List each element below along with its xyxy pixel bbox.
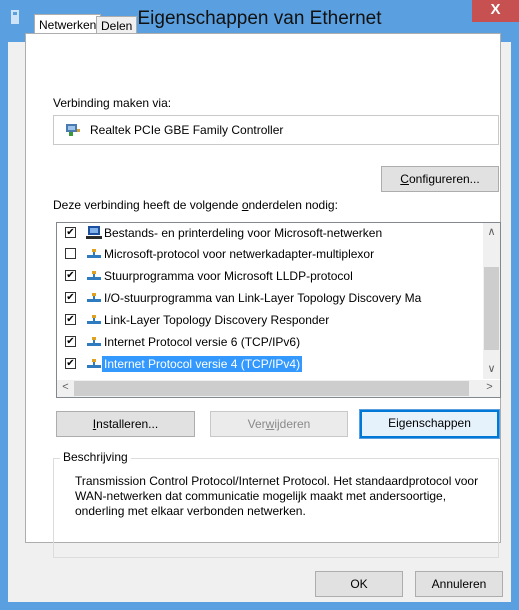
components-label-b: nderdelen nodig: (248, 198, 338, 212)
horizontal-scroll-thumb[interactable] (74, 381, 469, 396)
list-item[interactable]: ✔ Link-Layer Topology Discovery Responde… (60, 310, 480, 330)
ok-button[interactable]: OK (315, 571, 403, 597)
close-button[interactable]: X (472, 0, 519, 22)
item-checkbox[interactable]: ✔ (65, 314, 76, 325)
description-title: Beschrijving (60, 450, 131, 464)
protocol-icon (87, 315, 101, 324)
configure-button[interactable]: Configureren... (381, 166, 499, 192)
configure-button-accel: C (400, 172, 409, 186)
list-item-selected[interactable]: ✔ Internet Protocol versie 4 (TCP/IPv4) (60, 354, 480, 374)
protocol-icon (87, 249, 101, 258)
protocol-icon (87, 359, 101, 368)
components-list[interactable]: ✔ Bestands- en printerdeling voor Micros… (56, 222, 501, 398)
components-label-a: Deze verbinding heeft de volgende (53, 198, 242, 212)
vertical-scroll-thumb[interactable] (484, 267, 499, 350)
components-label-accel: o (241, 198, 249, 212)
list-item[interactable]: ✔ I/O-stuurprogramma van Link-Layer Topo… (60, 288, 480, 308)
item-label: Microsoft-protocol voor netwerkadapter-m… (104, 247, 375, 261)
properties-button-label-b: enschappen (405, 416, 471, 430)
scroll-down-icon[interactable]: ∨ (483, 362, 500, 375)
network-client-icon (86, 226, 102, 239)
item-checkbox[interactable]: ✔ (65, 227, 76, 238)
tab-delen[interactable]: Delen (96, 16, 138, 34)
install-button-label: nstalleren... (96, 417, 159, 431)
tab-netwerken-label: Netwerken (39, 18, 97, 32)
network-adapter-icon (66, 124, 80, 136)
item-checkbox[interactable] (65, 248, 76, 259)
item-label: Internet Protocol versie 6 (TCP/IPv6) (104, 335, 301, 349)
close-icon: X (490, 1, 501, 18)
item-checkbox[interactable]: ✔ (65, 292, 76, 303)
item-checkbox[interactable]: ✔ (65, 336, 76, 347)
protocol-icon (87, 293, 101, 302)
protocol-icon (87, 271, 101, 280)
properties-button[interactable]: Eigenschappen (360, 410, 499, 438)
vertical-scrollbar[interactable]: ∧ ∨ (483, 223, 500, 379)
tab-netwerken[interactable]: Netwerken (34, 14, 102, 34)
scroll-up-icon[interactable]: ∧ (483, 225, 500, 238)
install-button[interactable]: Installeren... (56, 411, 195, 437)
configure-button-label: onfigureren... (408, 172, 480, 186)
list-item[interactable]: Microsoft-protocol voor netwerkadapter-m… (60, 244, 480, 264)
description-text: Transmission Control Protocol/Internet P… (75, 474, 479, 518)
item-label: Link-Layer Topology Discovery Responder (104, 313, 330, 327)
protocol-icon (87, 337, 101, 346)
item-checkbox[interactable]: ✔ (65, 358, 76, 369)
properties-button-label-a: Ei (388, 416, 399, 430)
list-item[interactable]: ✔ Internet Protocol versie 6 (TCP/IPv6) (60, 332, 480, 352)
adapter-box: Realtek PCIe GBE Family Controller (53, 115, 499, 145)
list-item[interactable]: ✔ Stuurprogramma voor Microsoft LLDP-pro… (60, 266, 480, 286)
item-label: Bestands- en printerdeling voor Microsof… (104, 226, 383, 240)
remove-button-label-a: Ver (247, 417, 266, 431)
item-label: Internet Protocol versie 4 (TCP/IPv4) (102, 356, 303, 372)
adapter-name: Realtek PCIe GBE Family Controller (90, 123, 284, 137)
scroll-right-icon[interactable]: > (481, 381, 498, 393)
item-label: I/O-stuurprogramma van Link-Layer Topolo… (104, 291, 422, 305)
dialog-window: Eigenschappen van Ethernet X Netwerken D… (0, 0, 519, 610)
cancel-button[interactable]: Annuleren (415, 571, 503, 597)
components-label: Deze verbinding heeft de volgende onderd… (53, 198, 338, 212)
horizontal-scrollbar[interactable]: < > (57, 380, 500, 397)
tab-delen-label: Delen (101, 19, 133, 33)
remove-button[interactable]: Verwijderen (210, 411, 348, 437)
connect-via-label: Verbinding maken via: (53, 96, 172, 110)
remove-button-label-b: ijderen (274, 417, 311, 431)
item-label: Stuurprogramma voor Microsoft LLDP-proto… (104, 269, 353, 283)
item-checkbox[interactable]: ✔ (65, 270, 76, 281)
scroll-left-icon[interactable]: < (57, 381, 74, 393)
list-item[interactable]: ✔ Bestands- en printerdeling voor Micros… (60, 223, 480, 243)
